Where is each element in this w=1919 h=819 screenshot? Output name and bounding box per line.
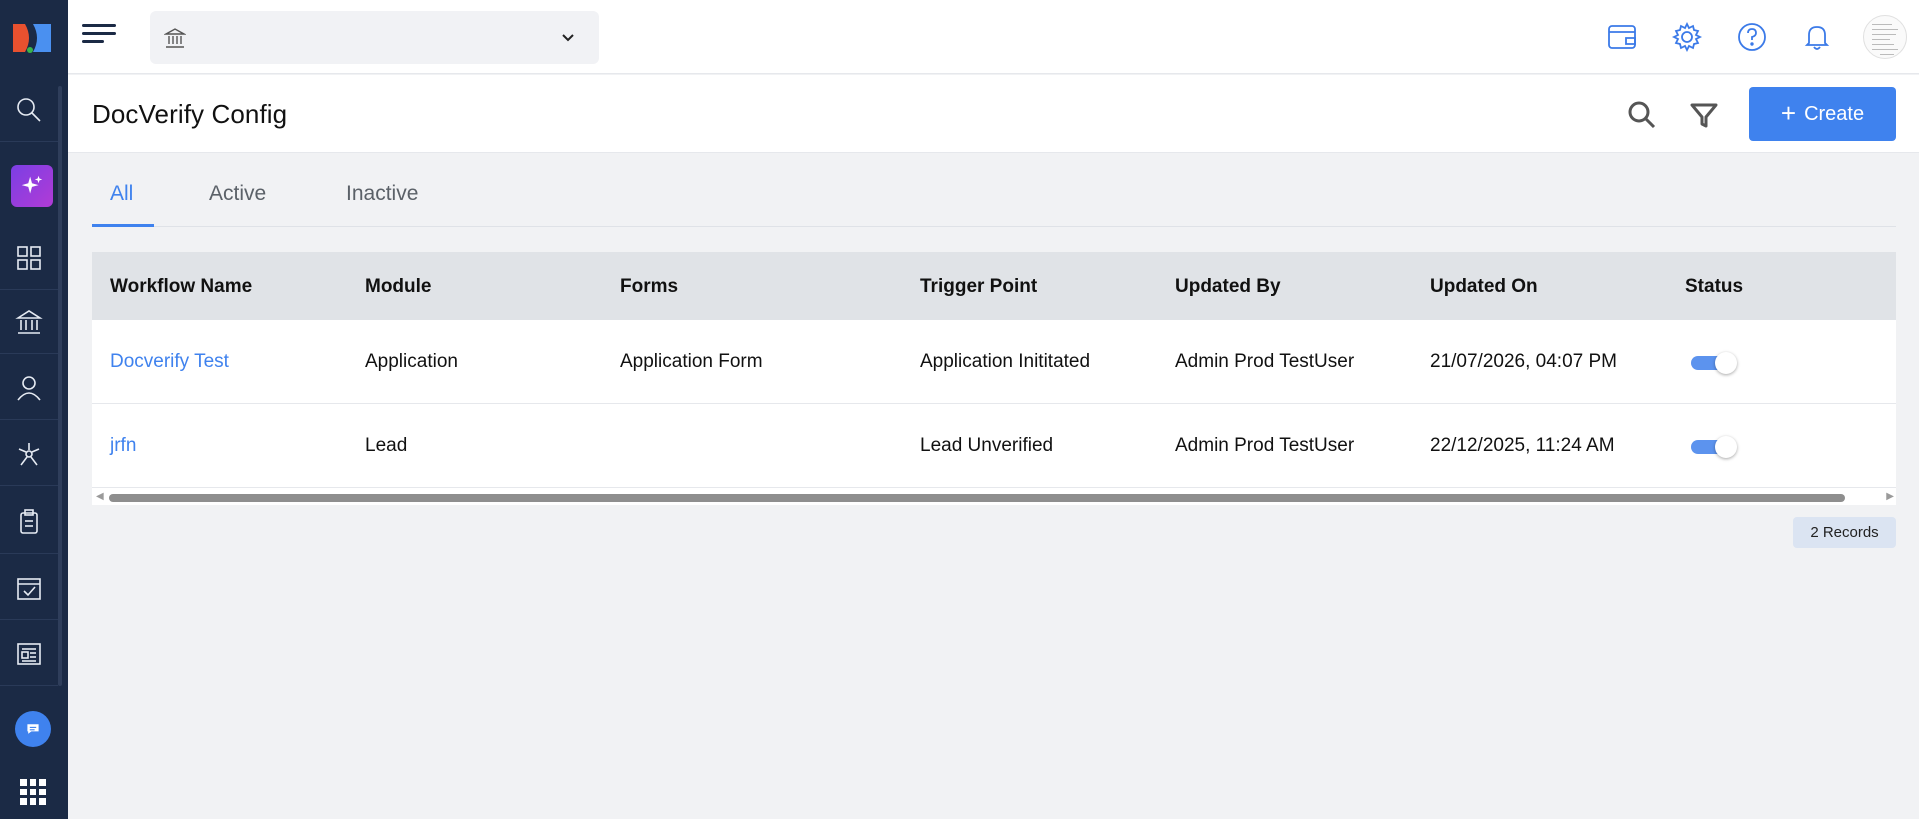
apps-grid-icon[interactable] — [20, 779, 46, 805]
top-bar — [68, 0, 1919, 74]
avatar[interactable] — [1863, 15, 1907, 59]
module-cell: Application — [365, 351, 458, 372]
bell-icon[interactable] — [1798, 18, 1836, 56]
sidebar-scrollbar[interactable] — [58, 86, 62, 686]
plus-icon: + — [1780, 98, 1797, 128]
column-header-trigger-point[interactable]: Trigger Point — [920, 276, 1037, 298]
table-horizontal-scrollbar[interactable]: ◀ ▶ — [92, 488, 1896, 505]
menu-icon[interactable] — [82, 24, 116, 50]
records-count-badge: 2 Records — [1793, 517, 1896, 548]
status-tabs: All Active Inactive — [92, 170, 1896, 227]
chevron-down-icon — [562, 34, 574, 42]
trigger-point-cell: Application Inititated — [920, 351, 1091, 372]
scroll-left-arrow-icon[interactable]: ◀ — [96, 491, 104, 502]
help-icon[interactable] — [1733, 18, 1771, 56]
create-button-label: Create — [1804, 102, 1865, 125]
workflow-name-link[interactable]: Docverify Test — [110, 351, 229, 373]
status-toggle[interactable] — [1691, 352, 1737, 374]
organization-selector[interactable] — [150, 11, 599, 64]
active-tab-indicator — [92, 224, 154, 227]
column-header-module[interactable]: Module — [365, 276, 432, 298]
ai-sparkle-icon[interactable] — [11, 165, 53, 207]
sidebar — [0, 0, 68, 819]
table-row: Docverify Test Application Application F… — [92, 320, 1896, 404]
sidebar-calendar-check-icon[interactable] — [0, 556, 58, 620]
status-toggle[interactable] — [1691, 436, 1737, 458]
bank-icon — [164, 28, 186, 48]
column-header-updated-on[interactable]: Updated On — [1430, 276, 1538, 298]
column-header-updated-by[interactable]: Updated By — [1175, 276, 1281, 298]
top-actions — [1603, 14, 1907, 60]
updated-on-cell: 21/07/2026, 04:07 PM — [1430, 351, 1617, 372]
sidebar-search-icon[interactable] — [0, 78, 58, 142]
page-title: DocVerify Config — [92, 99, 288, 129]
sidebar-newspaper-icon[interactable] — [0, 622, 58, 686]
sidebar-workflow-icon[interactable] — [0, 422, 58, 486]
trigger-point-cell: Lead Unverified — [920, 435, 1054, 456]
tab-active[interactable]: Active — [209, 182, 266, 206]
page-header: DocVerify Config + Create — [68, 75, 1919, 153]
scrollbar-thumb[interactable] — [109, 494, 1845, 502]
filter-icon[interactable] — [1686, 97, 1722, 133]
search-icon[interactable] — [1624, 97, 1660, 133]
module-cell: Lead — [365, 435, 408, 456]
column-header-status[interactable]: Status — [1685, 276, 1743, 298]
sidebar-clipboard-icon[interactable] — [0, 490, 58, 554]
workflow-table: Workflow Name Module Forms Trigger Point… — [92, 252, 1896, 505]
tab-all[interactable]: All — [110, 182, 133, 206]
tab-inactive[interactable]: Inactive — [346, 182, 418, 206]
column-header-forms[interactable]: Forms — [620, 276, 678, 298]
table-row: jrfn Lead Lead Unverified Admin Prod Tes… — [92, 404, 1896, 488]
updated-on-cell: 22/12/2025, 11:24 AM — [1430, 435, 1615, 456]
sidebar-user-icon[interactable] — [0, 356, 58, 420]
updated-by-cell: Admin Prod TestUser — [1175, 351, 1355, 372]
sidebar-dashboard-icon[interactable] — [0, 226, 58, 290]
updated-by-cell: Admin Prod TestUser — [1175, 435, 1355, 456]
sidebar-bank-icon[interactable] — [0, 290, 58, 354]
create-button[interactable]: + Create — [1749, 87, 1896, 141]
scroll-right-arrow-icon[interactable]: ▶ — [1886, 491, 1894, 502]
app-logo[interactable] — [11, 20, 53, 56]
column-header-workflow-name[interactable]: Workflow Name — [110, 276, 252, 298]
wallet-icon[interactable] — [1603, 18, 1641, 56]
forms-cell: Application Form — [620, 351, 763, 372]
table-header-row: Workflow Name Module Forms Trigger Point… — [92, 252, 1896, 320]
chat-icon[interactable] — [15, 711, 51, 747]
workflow-name-link[interactable]: jrfn — [110, 435, 136, 457]
settings-icon[interactable] — [1668, 18, 1706, 56]
